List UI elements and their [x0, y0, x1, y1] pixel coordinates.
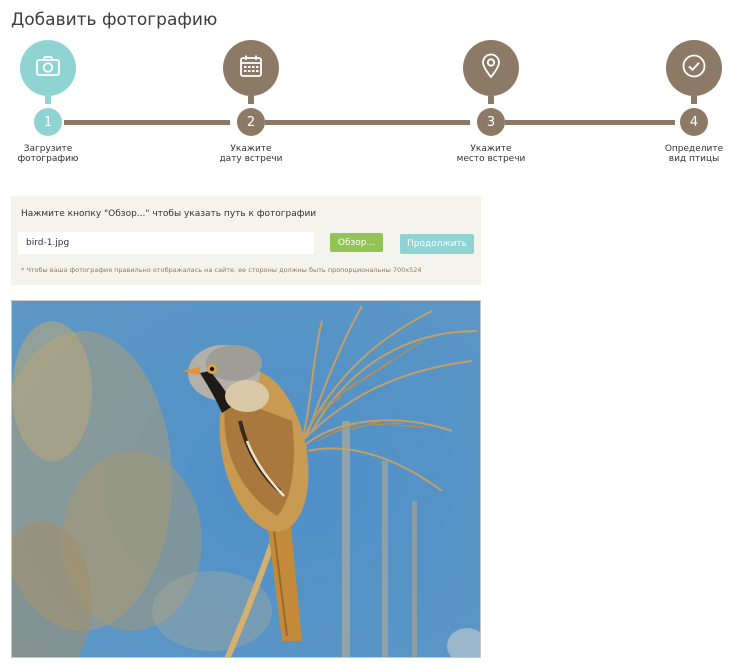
step-icon-circle [223, 40, 279, 96]
step-icon-circle [463, 40, 519, 96]
file-path-input[interactable]: bird-1.jpg [18, 232, 314, 254]
proportion-note: * Чтобы ваша фотография правильно отобра… [21, 266, 422, 274]
step-connector [248, 96, 254, 104]
stepper-line [64, 120, 230, 125]
calendar-icon [239, 54, 263, 82]
uploaded-photo-preview [11, 300, 481, 658]
step-number: 2 [237, 108, 265, 136]
step-connector [488, 96, 494, 104]
progress-stepper: 1 Загрузите фотографию 2 Укажите дату вс… [0, 0, 737, 170]
step-icon-circle [666, 40, 722, 96]
upload-panel: Нажмите кнопку "Обзор..." чтобы указать … [11, 196, 481, 285]
step-number: 4 [680, 108, 708, 136]
stepper-line [265, 120, 470, 125]
step-connector [45, 96, 51, 104]
checkmark-icon [681, 53, 707, 83]
browse-button[interactable]: Обзор... [330, 233, 383, 252]
step-label: Укажите место встречи [456, 144, 526, 164]
location-pin-icon [480, 53, 502, 83]
upload-instruction: Нажмите кнопку "Обзор..." чтобы указать … [21, 209, 317, 219]
step-connector [691, 96, 697, 104]
step-label: Загрузите фотографию [17, 144, 79, 164]
bird-photo-illustration [12, 301, 480, 657]
step-label: Укажите дату встречи [219, 144, 283, 164]
camera-icon [35, 55, 61, 81]
stepper-line [505, 120, 675, 125]
step-number: 3 [477, 108, 505, 136]
step-label: Определите вид птицы [664, 144, 724, 164]
continue-button[interactable]: Продолжить [400, 234, 474, 254]
step-number: 1 [34, 108, 62, 136]
step-icon-circle [20, 40, 76, 96]
